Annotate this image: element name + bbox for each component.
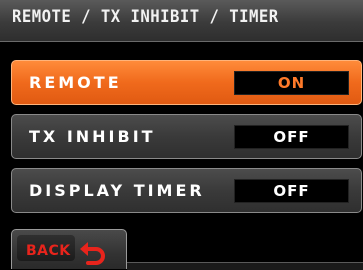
menu-item-value: OFF	[234, 179, 349, 203]
back-button-label: BACK	[26, 243, 71, 259]
menu-item-label: DISPLAY TIMER	[29, 181, 205, 200]
return-arrow-icon	[80, 242, 105, 265]
menu-item-tx-inhibit[interactable]: TX INHIBIT OFF	[11, 114, 362, 159]
title-bar: REMOTE / TX INHIBIT / TIMER	[0, 0, 363, 42]
back-button[interactable]: BACK	[11, 229, 127, 269]
menu-item-display-timer[interactable]: DISPLAY TIMER OFF	[11, 168, 362, 213]
page-title: REMOTE / TX INHIBIT / TIMER	[12, 7, 279, 27]
menu-item-value: ON	[234, 71, 349, 95]
menu-item-remote[interactable]: REMOTE ON	[11, 60, 362, 105]
menu-item-label: REMOTE	[29, 73, 122, 92]
menu-item-value: OFF	[234, 125, 349, 149]
menu-item-label: TX INHIBIT	[29, 127, 156, 146]
screen: REMOTE / TX INHIBIT / TIMER REMOTE ON TX…	[0, 0, 363, 270]
